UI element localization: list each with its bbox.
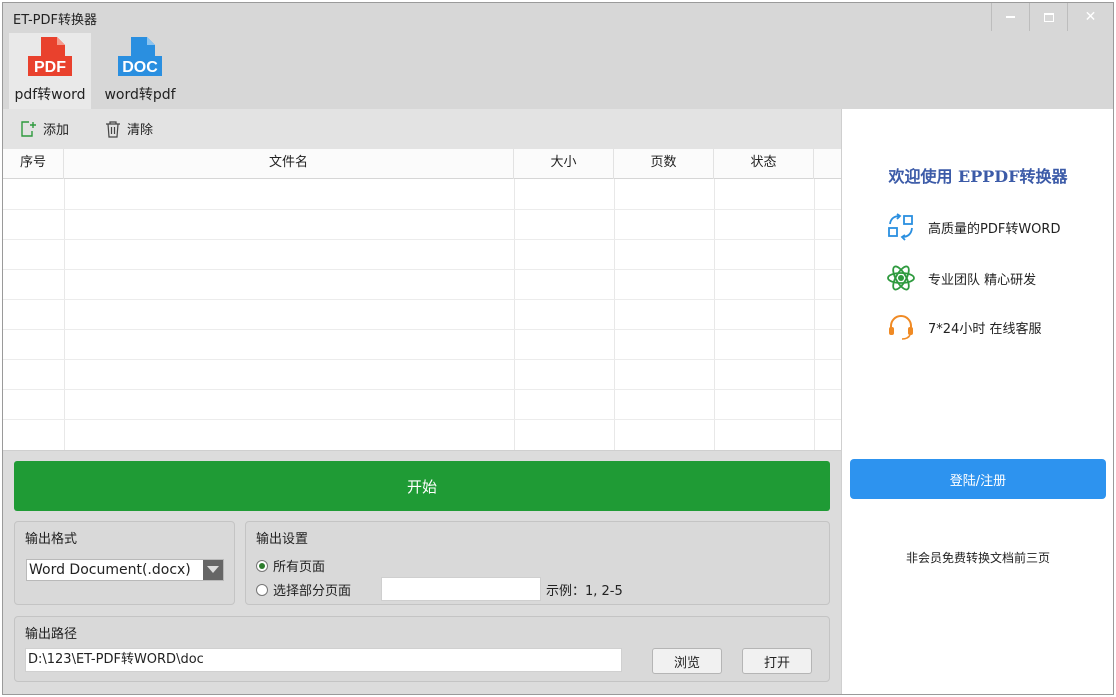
output-format-title: 输出格式 xyxy=(25,532,78,547)
output-path-input[interactable]: D:\123\ET-PDF转WORD\doc xyxy=(25,648,622,672)
feature-item: 高质量的PDF转WORD xyxy=(886,213,1060,241)
maximize-button[interactable] xyxy=(1029,3,1067,31)
tool-label: pdf转word xyxy=(14,87,86,103)
clear-button[interactable]: 清除 xyxy=(105,119,153,138)
tool-word-to-pdf[interactable]: DOC word转pdf xyxy=(99,33,181,109)
output-path-group: 输出路径 D:\123\ET-PDF转WORD\doc 浏览 打开 xyxy=(14,616,830,682)
atom-icon xyxy=(887,265,915,291)
feature-text: 7*24小时 在线客服 xyxy=(928,321,1042,337)
close-icon: ✕ xyxy=(1084,9,1097,25)
svg-text:PDF: PDF xyxy=(34,59,66,76)
window-title: ET-PDF转换器 xyxy=(13,13,97,28)
output-path-title: 输出路径 xyxy=(25,627,78,642)
radio-all-pages-label: 所有页面 xyxy=(273,560,326,575)
format-select[interactable]: Word Document(.docx) xyxy=(26,559,224,581)
page-range-example: 示例：1, 2-5 xyxy=(546,584,623,599)
browse-button[interactable]: 浏览 xyxy=(652,648,722,674)
welcome-heading: 欢迎使用 EPPDF转换器 xyxy=(888,167,1068,186)
table-header: 序号 文件名 大小 页数 状态 xyxy=(3,149,841,179)
page-range-input[interactable] xyxy=(381,577,541,601)
doc-file-icon: DOC xyxy=(117,36,163,82)
file-table: 序号 文件名 大小 页数 状态 xyxy=(3,149,841,451)
radio-checked-icon xyxy=(256,559,268,572)
output-format-group: 输出格式 Word Document(.docx) xyxy=(14,521,235,605)
column-header-pages[interactable]: 页数 xyxy=(614,149,714,179)
column-header-size[interactable]: 大小 xyxy=(514,149,614,179)
pdf-file-icon: PDF xyxy=(27,36,73,82)
maximize-icon xyxy=(1043,12,1054,22)
feature-item: 专业团队 精心研发 xyxy=(886,263,1036,293)
format-select-value: Word Document(.docx) xyxy=(29,562,191,578)
trash-icon xyxy=(106,120,120,138)
feature-text: 专业团队 精心研发 xyxy=(928,272,1037,288)
close-button[interactable]: ✕ xyxy=(1067,3,1113,31)
minimize-button[interactable] xyxy=(991,3,1029,31)
column-header-filename[interactable]: 文件名 xyxy=(64,149,514,179)
add-file-icon xyxy=(21,120,36,137)
output-settings-title: 输出设置 xyxy=(256,532,309,547)
action-bar: 添加 清除 xyxy=(3,109,841,149)
headset-icon xyxy=(889,315,913,340)
feature-item: 7*24小时 在线客服 xyxy=(886,313,1041,341)
radio-partial-pages-label: 选择部分页面 xyxy=(273,584,352,599)
dropdown-arrow-icon xyxy=(203,560,223,580)
app-window: ET-PDF转换器 ✕ PDF pdf转word DOC word转pdf 添加… xyxy=(2,2,1114,695)
feature-text: 高质量的PDF转WORD xyxy=(928,221,1061,237)
output-settings-group: 输出设置 所有页面 选择部分页面 示例：1, 2-5 xyxy=(245,521,830,605)
convert-icon xyxy=(888,213,913,241)
minimize-icon xyxy=(1006,16,1015,18)
free-trial-note: 非会员免费转换文档前三页 xyxy=(905,551,1050,565)
add-button[interactable]: 添加 xyxy=(19,119,69,138)
clear-label: 清除 xyxy=(127,123,154,138)
main-panel: 添加 清除 序号 文件名 大小 页数 状态 开始 输出格式 Word Docum… xyxy=(3,109,841,694)
header-bar: ET-PDF转换器 ✕ PDF pdf转word DOC word转pdf xyxy=(3,3,1113,109)
start-button[interactable]: 开始 xyxy=(14,461,830,511)
svg-text:DOC: DOC xyxy=(122,59,158,76)
radio-unchecked-icon xyxy=(256,583,268,596)
column-header-index[interactable]: 序号 xyxy=(3,149,64,179)
column-header-status[interactable]: 状态 xyxy=(714,149,814,179)
tool-pdf-to-word[interactable]: PDF pdf转word xyxy=(9,33,91,109)
radio-partial-pages[interactable]: 选择部分页面 xyxy=(256,580,351,599)
login-register-button[interactable]: 登陆/注册 xyxy=(850,459,1106,499)
promo-panel: 欢迎使用 EPPDF转换器 高质量的PDF转WORD 专业团队 精心研发 7*2… xyxy=(841,109,1113,694)
radio-all-pages[interactable]: 所有页面 xyxy=(256,556,325,575)
open-folder-button[interactable]: 打开 xyxy=(742,648,812,674)
tool-label: word转pdf xyxy=(104,87,176,103)
add-label: 添加 xyxy=(43,123,70,138)
